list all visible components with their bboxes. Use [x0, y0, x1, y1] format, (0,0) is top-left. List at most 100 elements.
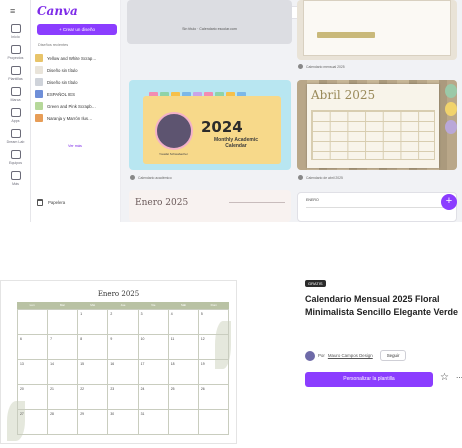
customize-template-button[interactable]: Personalizar la plantilla: [305, 372, 433, 387]
rail-item-dream-lab[interactable]: Dream Lab: [2, 129, 29, 144]
day-cell: [198, 410, 229, 435]
calendar-grid: [311, 110, 435, 160]
creator-avatar-icon: [298, 64, 303, 69]
recent-item[interactable]: Naranja y Marrón Ilus…: [35, 112, 119, 124]
design-card-enero[interactable]: ENERO: [297, 192, 457, 222]
day-cell: [18, 310, 49, 335]
day-cell: 2: [108, 310, 139, 335]
recent-item[interactable]: Diseño sin título: [35, 64, 119, 76]
dream-lab-icon: [10, 129, 21, 138]
card-small-text: Yosafat Schwabacher: [159, 152, 188, 156]
rail-item-home[interactable]: Inicio: [2, 24, 29, 39]
rail-item-more[interactable]: Más: [2, 171, 29, 186]
day-cell: [168, 410, 199, 435]
day-cell: 9: [108, 335, 139, 360]
rail-item-teams[interactable]: Equipos: [2, 150, 29, 165]
design-thumbnail: [35, 54, 43, 62]
day-cell: [48, 310, 79, 335]
creator-avatar-icon: [130, 175, 135, 180]
calendar-days: 1 2 3 4 5 6 7 8 9 10 11 12 13 14 15 16 17 18 19 20 21 22 23 24 2…: [17, 309, 229, 435]
side-panel: Canva + Crear un diseño Diseños reciente…: [31, 0, 121, 222]
card-title: Enero 2025: [135, 198, 189, 208]
decorative-bar: [317, 32, 375, 38]
recent-item[interactable]: Green and Pink Scrapb…: [35, 100, 119, 112]
weekday-label: Sáb: [180, 303, 187, 307]
day-cell: 11: [168, 335, 199, 360]
trash-button[interactable]: Papelera: [37, 199, 65, 206]
card-subtitle: Monthly Academic Calendar: [214, 137, 258, 149]
day-cell: 18: [168, 360, 199, 385]
recent-item[interactable]: Yellow and White Scrap…: [35, 52, 119, 64]
more-icon: [10, 171, 21, 180]
day-cell: 8: [78, 335, 109, 360]
calendar-title: Enero 2025: [97, 290, 140, 298]
day-cell: 1: [78, 310, 109, 335]
home-icon: [10, 24, 21, 33]
page: ≡ Inicio Proyectos Plantillas Marca Apps: [0, 0, 462, 448]
weekday-label: Jue: [120, 303, 126, 307]
design-card-calendar[interactable]: [297, 0, 457, 60]
template-preview[interactable]: Enero 2025 Lun Mar Mié Jue Vie Sáb Dom 1234567…: [0, 280, 237, 444]
divider: [306, 207, 446, 208]
see-more-link[interactable]: Ver más: [68, 144, 82, 148]
weekday-label: Mar: [59, 303, 65, 307]
day-cell: 3: [138, 310, 169, 335]
design-thumbnail: [35, 90, 43, 98]
create-design-button[interactable]: + Crear un diseño: [37, 24, 117, 35]
weekday-header: Lun Mar Mié Jue Vie Sáb Dom: [17, 302, 229, 309]
day-cell: 31: [138, 410, 169, 435]
design-card-blank[interactable]: Sin título · Calendario escolar.com: [127, 0, 292, 44]
card-meta: Calendario mensual 2025: [298, 64, 345, 69]
day-cell: 4: [168, 310, 199, 335]
recent-item[interactable]: Diseño sin título: [35, 76, 119, 88]
portrait-photo: [155, 112, 193, 150]
card-year: 2024: [201, 118, 243, 136]
canva-logo[interactable]: Canva: [37, 4, 78, 18]
card-meta: Calendario de abril 2025: [298, 175, 343, 180]
rail-item-apps[interactable]: Apps: [2, 108, 29, 123]
template-title: Calendario Mensual 2025 Floral Minimalis…: [305, 294, 459, 317]
day-cell: 27: [18, 410, 49, 435]
calendar-grid: Lun Mar Mié Jue Vie Sáb Dom 1 2 3 4 5 6 7 8 9 10 11 12 13 1…: [17, 302, 229, 435]
follow-button[interactable]: Seguir: [379, 350, 407, 361]
star-icon[interactable]: ☆: [440, 373, 449, 383]
author-avatar[interactable]: [305, 350, 315, 361]
day-cell: 12: [198, 335, 229, 360]
design-thumbnail: [35, 114, 43, 122]
design-thumbnail: [35, 66, 43, 74]
egg-decoration: [445, 102, 457, 116]
rail-item-projects[interactable]: Proyectos: [2, 45, 29, 60]
day-cell: 26: [198, 385, 229, 410]
apps-icon: [10, 108, 21, 117]
design-card-april-calendar[interactable]: Abril 2025: [297, 80, 457, 170]
day-cell: 5: [198, 310, 229, 335]
day-cell: 23: [108, 385, 139, 410]
card-title: ENERO: [306, 198, 319, 202]
day-cell: 14: [48, 360, 79, 385]
egg-decoration: [445, 84, 457, 98]
more-options-icon[interactable]: ⋯: [456, 375, 462, 382]
day-cell: 15: [78, 360, 109, 385]
rail-item-brand[interactable]: Marca: [2, 87, 29, 102]
design-card-january[interactable]: Enero 2025: [129, 190, 291, 222]
recent-item[interactable]: ESPAÑOL IES: [35, 88, 119, 100]
rail-item-templates[interactable]: Plantillas: [2, 66, 29, 81]
author-row: Por Mauro Campos Design Seguir: [305, 350, 407, 361]
weekday-label: Mié: [90, 303, 96, 307]
folder-icon: [10, 45, 21, 54]
hamburger-menu-icon[interactable]: ≡: [10, 6, 15, 16]
add-button[interactable]: +: [441, 194, 457, 210]
design-thumbnail: [35, 78, 43, 86]
design-thumbnail: [35, 102, 43, 110]
day-cell: 29: [78, 410, 109, 435]
author-link[interactable]: Mauro Campos Design: [328, 353, 373, 358]
design-card-academic-calendar[interactable]: 2024 Monthly Academic Calendar Yosafat S…: [129, 80, 291, 170]
day-cell: 22: [78, 385, 109, 410]
day-cell: 21: [48, 385, 79, 410]
divider: [229, 202, 285, 203]
recent-designs-list: Yellow and White Scrap… Diseño sin títul…: [35, 52, 119, 124]
brand-icon: [10, 87, 21, 96]
creator-avatar-icon: [298, 175, 303, 180]
calendar-preview: [303, 0, 451, 56]
recent-heading: Diseños recientes: [38, 43, 69, 47]
